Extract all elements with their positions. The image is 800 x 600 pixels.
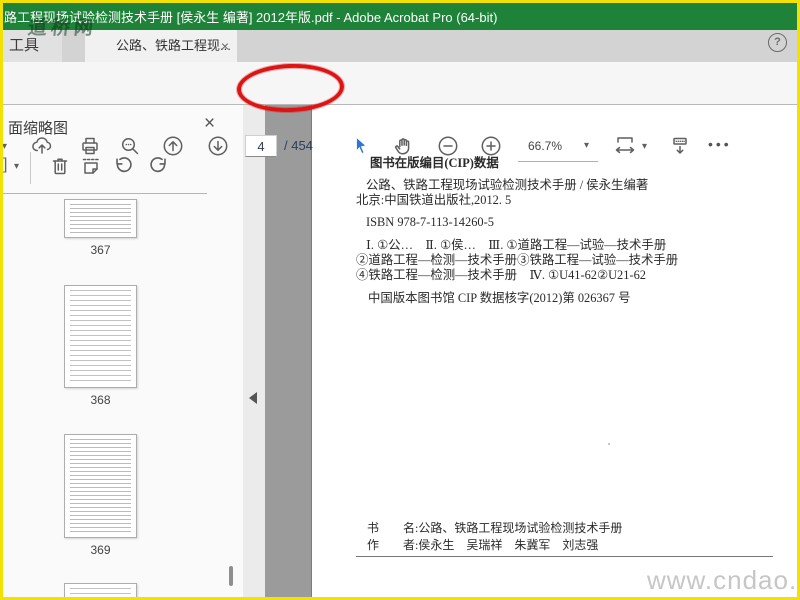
printer-icon [82,137,98,155]
cursor-pointer-icon [356,136,367,155]
thumbnail-page-370-partial[interactable] [64,583,137,600]
page-number-input[interactable] [245,135,277,157]
acrobat-window: 路工程现场试验检测技术手册 [侯永生 编著] 2012年版.pdf - Adob… [0,0,800,600]
window-titlebar: 路工程现场试验检测技术手册 [侯永生 编著] 2012年版.pdf - Adob… [0,0,800,30]
thumbnail-page-368[interactable] [64,285,137,388]
main-toolbar: ▾ 4 / 454 66.7% ▾ ▾ ••• [0,62,800,162]
sidebar-collapse-strip [243,104,265,597]
thumbnail-label: 367 [90,243,111,257]
options-cropped-icon[interactable]: ] [3,156,7,174]
cloud-upload-icon [32,137,52,154]
cip-title-line: 公路、铁路工程现场试验检测技术手册 / 侯永生编著 [366,178,649,193]
extract-pages-button[interactable] [79,154,103,183]
arrow-up-circle-icon [163,136,183,156]
cip-block: 图书在版编目(CIP)数据 公路、铁路工程现场试验检测技术手册 / 侯永生编著 … [356,156,678,307]
zoom-in-button[interactable] [479,134,503,158]
page-display-button[interactable] [668,134,692,158]
window-title: 路工程现场试验检测技术手册 [侯永生 编著] 2012年版.pdf - Adob… [4,10,498,25]
arrow-down-circle-icon [208,136,228,156]
hand-icon [394,138,410,155]
options-caret-icon[interactable]: ▾ [14,161,19,172]
daoqiao-watermark: 道桥网 [26,18,98,39]
search-icon [121,137,139,155]
select-tool-button[interactable] [349,134,373,158]
page-speck [608,443,610,445]
more-tools-button[interactable]: ••• [708,136,732,152]
next-page-button[interactable] [206,134,230,158]
document-view: 图书在版编目(CIP)数据 公路、铁路工程现场试验检测技术手册 / 侯永生编著 … [265,104,800,597]
cip-isbn-line: ISBN 978-7-113-14260-5 [366,214,494,229]
thumbnail-label: 369 [90,543,111,557]
save-to-cloud-button[interactable] [30,134,54,158]
minus-circle-icon [438,136,458,156]
sidebar-scrollbar[interactable] [229,566,233,586]
delete-pages-button[interactable] [48,154,72,183]
colophon-rule [356,556,773,557]
scrolling-pages-icon [673,137,687,154]
toolbar-overflow-caret-icon[interactable]: ▾ [2,141,7,152]
tab-document-label: 公路、铁路工程现... [116,38,231,53]
thumbnail-content [70,439,131,533]
thumbnail-label: 368 [90,393,111,407]
panel-close-icon[interactable]: × [204,113,215,135]
pdf-page[interactable]: 图书在版编目(CIP)数据 公路、铁路工程现场试验检测技术手册 / 侯永生编著 … [311,104,800,597]
help-icon[interactable]: ? [768,33,787,52]
print-button[interactable] [78,134,102,158]
hand-tool-button[interactable] [392,134,416,158]
colophon-authors: 作 者:侯永生 吴瑞祥 朱冀军 刘志强 [367,537,599,552]
thumbnail-content [70,588,131,598]
thumbnail-content [70,204,131,233]
cip-class3-line: ④铁路工程—检测—技术手册 Ⅳ. ①U41-62②U21-62 [356,268,646,283]
fit-width-button[interactable] [612,133,636,157]
fit-width-caret-icon[interactable]: ▾ [642,141,647,152]
cip-publisher-line: 北京:中国铁道出版社,2012. 5 [356,193,512,208]
previous-page-button[interactable] [161,134,185,158]
colophon-block: 书 名:公路、铁路工程现场试验检测技术手册 作 者:侯永生 吴瑞祥 朱冀军 刘志… [367,520,622,553]
search-button[interactable] [118,134,142,158]
zoom-level-dropdown[interactable]: 66.7% ▾ [518,131,598,162]
collapse-panel-icon[interactable] [249,392,257,404]
zoom-level-value: 66.7% [528,139,563,153]
zoom-out-button[interactable] [436,134,460,158]
thumbnail-page-369[interactable] [64,434,137,538]
colophon-book-name: 书 名:公路、铁路工程现场试验检测技术手册 [367,521,623,535]
thumbnail-page-367[interactable] [64,199,137,238]
fit-width-icon [615,137,635,154]
cndao-watermark: www.cndao.com [647,565,800,595]
page-count-label: / 454 [284,138,313,153]
tab-document[interactable]: 公路、铁路工程现... × [85,30,237,62]
cip-registry-line: 中国版本图书馆 CIP 数据核字(2012)第 026367 号 [368,291,631,306]
tab-bar: 工具 公路、铁路工程现... × ? [0,30,800,63]
rotate-right-button[interactable] [146,154,172,185]
plus-circle-icon [481,136,501,156]
thumbnails-panel: 面缩略图 × ] ▾ 367 368 369 [0,104,243,600]
zoom-caret-icon: ▾ [584,140,590,151]
thumbnail-content [70,290,131,383]
cip-class2-line: ②道路工程—检测—技术手册③铁路工程—试验—技术手册 [356,253,679,268]
rotate-left-button[interactable] [110,154,136,185]
tab-close-icon[interactable]: × [221,30,229,62]
panel-divider [0,193,207,194]
cip-class1-line: Ⅰ. ①公… Ⅱ. ①侯… Ⅲ. ①道路工程—试验—技术手册 [366,237,667,252]
